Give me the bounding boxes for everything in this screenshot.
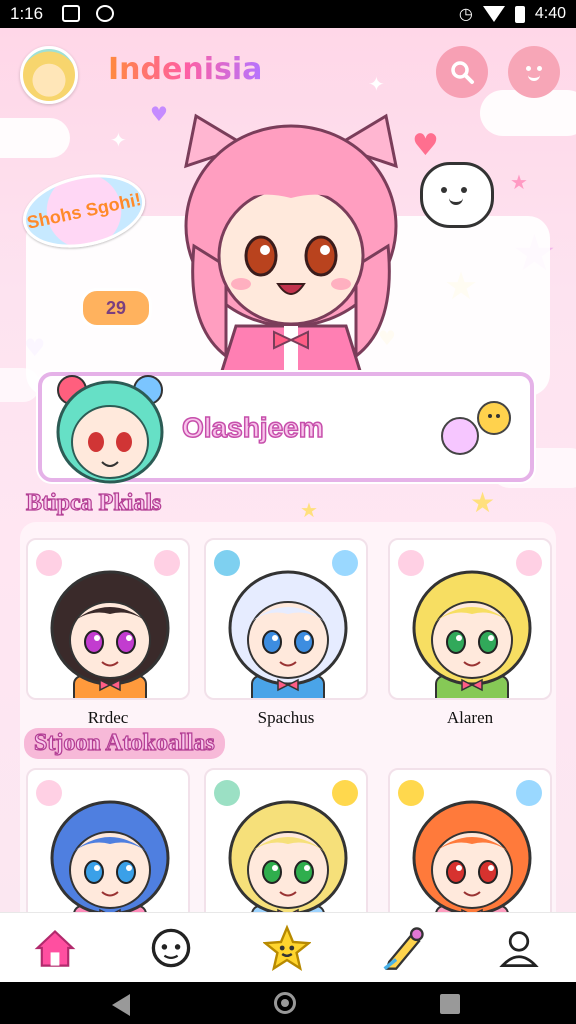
pencil-icon (383, 927, 424, 971)
character-portrait (412, 800, 532, 912)
chat-face-icon (151, 928, 191, 968)
character-portrait (50, 570, 170, 698)
user-icon (499, 931, 539, 967)
chat-bubble-sticker (420, 162, 494, 228)
character-portrait (228, 570, 348, 698)
star-icon: ★ (300, 498, 318, 522)
nav-home[interactable] (30, 923, 80, 973)
section-title: Stjoon Atokoallas (24, 728, 225, 759)
sparkle-icon: ✦ (368, 72, 385, 96)
star-icon: ★ (470, 486, 496, 519)
nav-create[interactable] (378, 923, 428, 973)
character-name: Rrdec (87, 708, 129, 727)
character-card[interactable] (388, 768, 552, 912)
app-icon (96, 5, 114, 22)
character-portrait (50, 800, 170, 912)
character-card[interactable] (388, 538, 552, 700)
back-icon[interactable] (112, 994, 130, 1016)
number-badge: 29 (80, 288, 152, 328)
nav-favorites[interactable] (262, 923, 312, 973)
battery-icon (514, 5, 525, 23)
character-card[interactable] (204, 538, 368, 700)
character-card[interactable] (26, 768, 190, 912)
bubble-sticker-icon (441, 401, 511, 455)
nav-profile[interactable] (494, 923, 544, 973)
app-screen: ♥ ♥ ♥ ♥ ★ ★ ★ ✦ ✦ ★ ★ Indenisia Shohs Sg… (0, 28, 576, 912)
featured-character-card[interactable]: Olashjeem (38, 372, 534, 484)
character-card[interactable] (26, 538, 190, 700)
section-title: Btipca Pkials (25, 489, 162, 516)
cloud-decoration (0, 118, 70, 158)
character-portrait (228, 800, 348, 912)
character-name: Spachus (257, 708, 315, 727)
recent-apps-icon[interactable] (440, 994, 460, 1014)
star-face-icon (263, 924, 311, 971)
nav-chat[interactable] (146, 923, 196, 973)
wifi-icon (482, 6, 505, 22)
bottom-navigation (0, 912, 576, 983)
home-button-icon[interactable] (274, 992, 296, 1014)
gallery-icon (62, 5, 80, 22)
heart-icon: ♥ (412, 128, 439, 163)
alarm-icon: ◷ (458, 6, 473, 23)
featured-label: Olashjeem (181, 411, 324, 444)
system-navigation-bar (0, 982, 576, 1024)
search-button[interactable] (436, 46, 488, 98)
status-time: 1:16 (10, 4, 44, 23)
character-portrait (412, 570, 532, 698)
character-card[interactable] (204, 768, 368, 912)
hero-character[interactable] (166, 106, 416, 374)
profile-button[interactable] (508, 46, 560, 98)
user-avatar[interactable] (20, 46, 78, 104)
home-icon (34, 929, 76, 967)
status-right: ◷ 4:40 (459, 4, 566, 24)
status-right-text: 4:40 (534, 5, 566, 22)
character-name: Alaren (446, 708, 494, 727)
status-bar: 1:16 ◷ 4:40 (0, 0, 576, 28)
search-icon (451, 61, 474, 84)
sparkle-icon: ✦ (110, 128, 127, 152)
featured-character-image (56, 375, 164, 484)
app-title: Indenisia (108, 52, 263, 87)
star-icon: ★ (510, 170, 528, 194)
